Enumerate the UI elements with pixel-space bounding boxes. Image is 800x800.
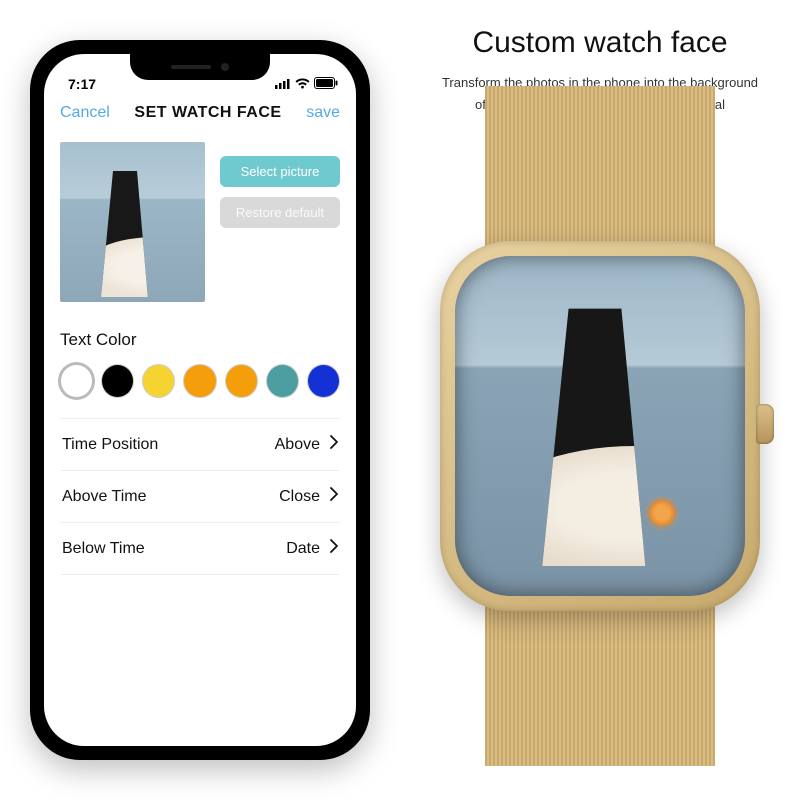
color-swatch[interactable] — [142, 364, 175, 398]
setting-row[interactable]: Below Time Date — [60, 522, 340, 575]
setting-value: Above — [275, 436, 320, 454]
setting-value: Close — [279, 488, 320, 506]
promo-headline: Custom watch face — [472, 26, 727, 60]
setting-label: Time Position — [62, 436, 158, 454]
page-title: SET WATCH FACE — [134, 104, 281, 122]
setting-value: Date — [286, 540, 320, 558]
watch-case — [440, 241, 760, 611]
color-swatch[interactable] — [183, 364, 216, 398]
color-swatch[interactable] — [266, 364, 299, 398]
chevron-right-icon — [330, 435, 338, 454]
text-color-swatches — [60, 364, 340, 398]
save-button[interactable]: save — [306, 104, 340, 122]
setting-row[interactable]: Above Time Close — [60, 470, 340, 522]
color-swatch[interactable] — [307, 364, 340, 398]
status-time: 7:17 — [68, 76, 96, 92]
watch-photo-flower — [649, 500, 675, 526]
watch-screen — [455, 256, 745, 596]
nav-bar: Cancel SET WATCH FACE save — [44, 94, 356, 132]
setting-label: Below Time — [62, 540, 145, 558]
phone-frame: 7:17 Cancel SET — [30, 40, 370, 760]
phone-screen: 7:17 Cancel SET — [44, 54, 356, 746]
watch-illustration — [420, 126, 780, 726]
preview-photo — [95, 157, 155, 297]
select-picture-button[interactable]: Select picture — [220, 156, 340, 187]
wifi-icon — [295, 76, 310, 92]
color-swatch[interactable] — [101, 364, 134, 398]
cancel-button[interactable]: Cancel — [60, 104, 110, 122]
color-swatch[interactable] — [60, 364, 93, 398]
watchface-preview-image[interactable] — [60, 142, 205, 302]
watch-photo — [535, 286, 655, 566]
color-swatch[interactable] — [225, 364, 258, 398]
chevron-right-icon — [330, 539, 338, 558]
signal-icon — [275, 76, 291, 92]
text-color-label: Text Color — [60, 330, 340, 350]
phone-notch — [130, 54, 270, 80]
setting-row[interactable]: Time Position Above — [60, 418, 340, 470]
watch-crown — [756, 404, 774, 444]
setting-label: Above Time — [62, 488, 146, 506]
chevron-right-icon — [330, 487, 338, 506]
battery-icon — [314, 76, 338, 92]
restore-default-button[interactable]: Restore default — [220, 197, 340, 228]
